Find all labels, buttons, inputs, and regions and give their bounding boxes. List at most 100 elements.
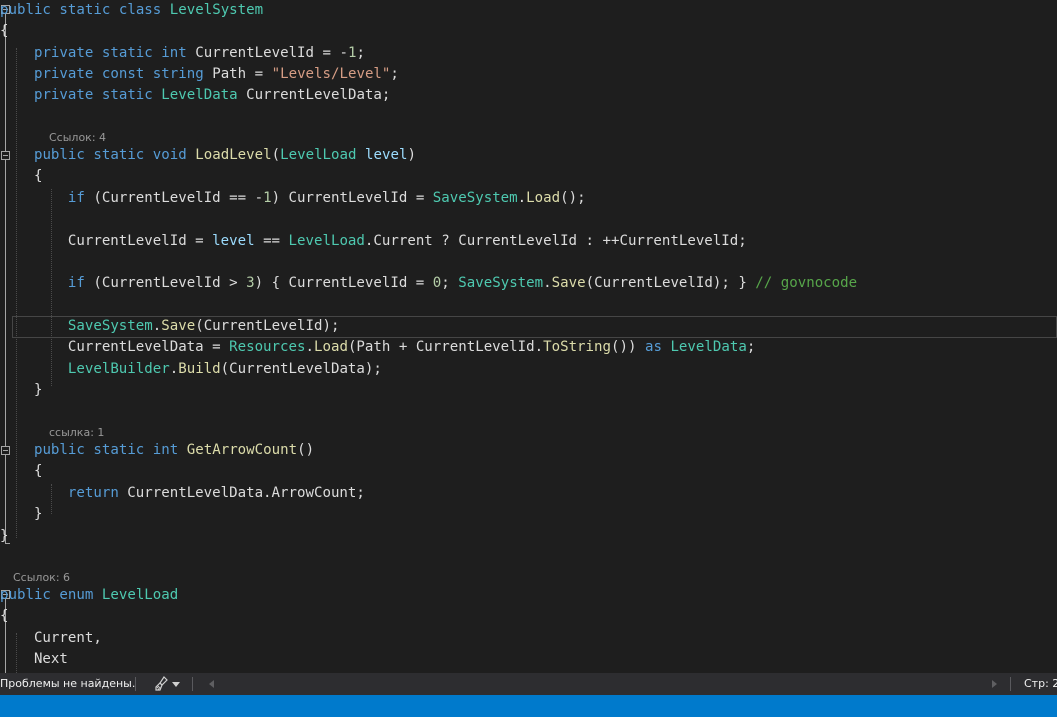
code-line[interactable]: } <box>0 504 1057 525</box>
plain-token: . <box>152 318 162 334</box>
plain-token: == <box>254 233 289 249</box>
keyword-token: public <box>33 442 85 458</box>
plain-token: { <box>0 23 9 39</box>
plain-token: ; <box>356 45 365 61</box>
code-line[interactable]: { <box>0 461 1057 482</box>
code-line[interactable]: if (CurrentLevelId > 3) { CurrentLevelId… <box>0 273 1057 294</box>
code-line[interactable] <box>0 209 1057 230</box>
problems-status[interactable]: Проблемы не найдены. <box>0 673 135 695</box>
code-line[interactable]: return CurrentLevelData.ArrowCount; <box>0 483 1057 504</box>
code-line[interactable]: if (CurrentLevelId == -1) CurrentLevelId… <box>0 188 1057 209</box>
code-line[interactable]: Current, <box>0 628 1057 649</box>
code-line[interactable] <box>0 547 1057 568</box>
code-line[interactable]: { <box>0 166 1057 187</box>
keyword-token: if <box>67 275 85 291</box>
keyword-token: class <box>118 2 162 18</box>
code-cleanup-brush-icon[interactable] <box>155 676 169 692</box>
keyword-token: private <box>33 45 94 61</box>
plain-token: Next <box>0 651 68 667</box>
cursor-position[interactable]: Стр: 20 <box>1024 673 1057 695</box>
keyword-token: static <box>101 87 153 103</box>
code-line[interactable]: public static class LevelSystem <box>0 0 1057 21</box>
chevron-down-icon[interactable] <box>171 677 181 691</box>
code-line[interactable] <box>0 295 1057 316</box>
codelens-references[interactable]: Ссылок: 4 <box>49 131 106 145</box>
code-line[interactable]: LevelBuilder.Build(CurrentLevelData); <box>0 359 1057 380</box>
type-token: LevelData <box>670 339 747 355</box>
code-editor[interactable]: public static class LevelSystem { privat… <box>0 0 1057 673</box>
type-token: LevelLoad <box>280 147 357 163</box>
codelens-references[interactable]: ссылка: 1 <box>49 426 104 440</box>
code-line[interactable] <box>0 252 1057 273</box>
plain-token: CurrentLevelId = <box>0 233 213 249</box>
scroll-left-icon[interactable] <box>206 677 218 691</box>
code-line[interactable]: public static int GetArrowCount() <box>0 440 1057 461</box>
plain-token: } <box>0 382 43 398</box>
plain-token: . <box>169 361 179 377</box>
plain-token: { <box>0 168 43 184</box>
method-token: Build <box>178 361 221 377</box>
type-token: LevelLoad <box>288 233 365 249</box>
plain-token: CurrentLevelId = - <box>186 45 348 61</box>
keyword-token: if <box>67 190 85 206</box>
code-line[interactable] <box>0 107 1057 128</box>
parameter-token: level <box>212 233 255 249</box>
keyword-token: private <box>33 66 94 82</box>
code-line[interactable]: } <box>0 526 1057 547</box>
plain-token: (CurrentLevelData); <box>220 361 382 377</box>
method-token: Load <box>526 190 561 206</box>
code-line[interactable]: { <box>0 606 1057 627</box>
keyword-token: static <box>59 2 111 18</box>
code-line[interactable]: private static int CurrentLevelId = -1; <box>0 43 1057 64</box>
plain-token: (CurrentLevelId); } <box>585 275 756 291</box>
code-line[interactable]: CurrentLevelId = level == LevelLoad.Curr… <box>0 231 1057 252</box>
plain-token: (); <box>560 190 586 206</box>
code-line[interactable]: } <box>0 380 1057 401</box>
plain-token: ; <box>441 275 459 291</box>
type-token: SaveSystem <box>67 318 153 334</box>
plain-token: ) { CurrentLevelId = <box>254 275 433 291</box>
code-line[interactable] <box>0 402 1057 423</box>
plain-token: ) <box>407 147 416 163</box>
code-line[interactable]: SaveSystem.Save(CurrentLevelId); <box>0 316 1057 337</box>
code-line[interactable]: public static void LoadLevel(LevelLoad l… <box>0 145 1057 166</box>
plain-token: . <box>305 339 314 355</box>
number-token: 1 <box>263 190 272 206</box>
code-line[interactable]: private static LevelData CurrentLevelDat… <box>0 85 1057 106</box>
keyword-token: as <box>644 339 662 355</box>
type-token: LevelData <box>161 87 238 103</box>
code-line[interactable]: private const string Path = "Levels/Leve… <box>0 64 1057 85</box>
plain-token: } <box>0 506 43 522</box>
codelens-references[interactable]: Ссылок: 6 <box>13 571 70 585</box>
code-line[interactable]: public enum LevelLoad <box>0 585 1057 606</box>
keyword-token: enum <box>59 587 94 603</box>
plain-token: ; <box>746 339 756 355</box>
keyword-token: const <box>101 66 145 82</box>
code-line[interactable]: { <box>0 21 1057 42</box>
plain-token: . <box>517 190 527 206</box>
code-line[interactable]: Next <box>0 649 1057 670</box>
plain-token: . <box>543 275 552 291</box>
code-line[interactable]: CurrentLevelData = Resources.Load(Path +… <box>0 337 1057 358</box>
string-token: "Levels/Level" <box>271 66 391 82</box>
keyword-token: public <box>33 147 85 163</box>
number-token: 3 <box>246 275 255 291</box>
type-token: LevelSystem <box>169 2 264 18</box>
type-token: SaveSystem <box>432 190 518 206</box>
plain-token: (CurrentLevelId); <box>195 318 340 334</box>
status-separator <box>1010 677 1011 691</box>
plain-token: () <box>297 442 315 458</box>
scroll-right-icon[interactable] <box>988 677 1000 691</box>
